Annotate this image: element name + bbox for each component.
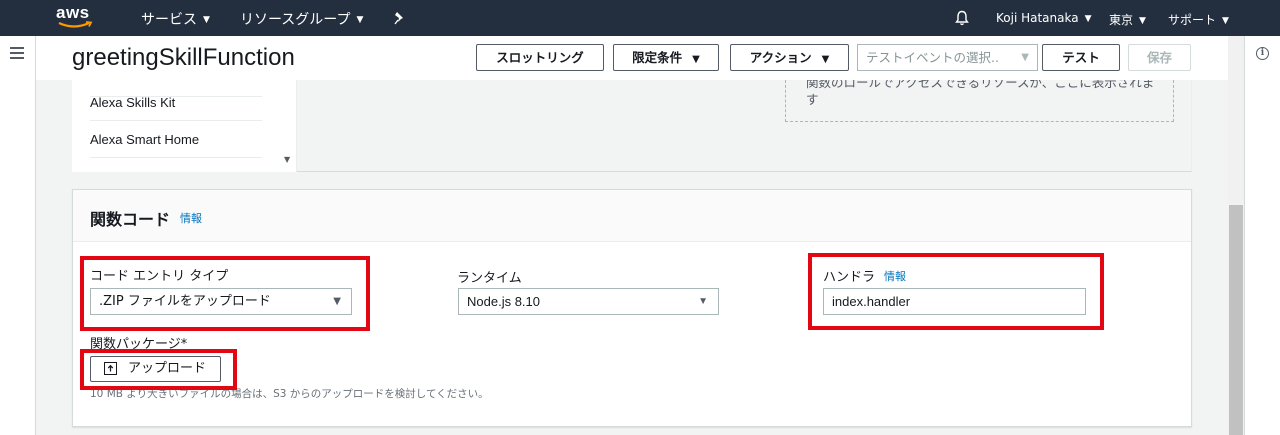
trigger-item-alexa-smart-home[interactable]: Alexa Smart Home: [90, 121, 262, 158]
page-title: greetingSkillFunction: [72, 44, 295, 71]
upload-button[interactable]: アップロード: [90, 356, 221, 382]
caret-down-icon: ▼: [698, 296, 708, 307]
function-package-label: 関数パッケージ*: [90, 337, 188, 352]
test-button[interactable]: テスト: [1042, 44, 1120, 71]
code-entry-type-select[interactable]: .ZIP ファイルをアップロード ▼: [90, 288, 352, 315]
resources-note: 関数のロールでアクセスできるリソースが、ここに表示されます: [806, 80, 1155, 107]
runtime-label: ランタイム: [457, 271, 522, 286]
handler-info-link[interactable]: 情報: [884, 268, 906, 284]
chevron-down-icon: ▼: [356, 15, 364, 25]
code-entry-type-label: コード エントリ タイプ: [90, 269, 229, 284]
actions-button[interactable]: アクション ▼: [730, 44, 849, 71]
qualifiers-button[interactable]: 限定条件 ▼: [613, 44, 719, 71]
chevron-down-icon: ▼: [1139, 15, 1146, 26]
scroll-down-arrow-icon[interactable]: ▼: [284, 155, 290, 164]
aws-logo-text: aws: [56, 3, 90, 22]
chevron-down-icon: ▼: [203, 15, 210, 25]
save-button[interactable]: 保存: [1128, 44, 1191, 71]
upload-label: アップロード: [128, 361, 207, 376]
aws-smile-icon: [58, 21, 93, 28]
handler-input[interactable]: [823, 288, 1086, 315]
caret-down-icon: ▼: [1021, 52, 1029, 63]
chevron-down-icon: ▼: [1222, 15, 1229, 26]
support-label: サポート: [1168, 13, 1217, 27]
user-name: Koji Hatanaka: [996, 11, 1079, 25]
services-menu[interactable]: サービス ▼: [141, 9, 210, 29]
resources-dropzone: 関数のロールでアクセスできるリソースが、ここに表示されます: [785, 80, 1174, 122]
user-menu[interactable]: Koji Hatanaka ▼: [996, 11, 1092, 25]
runtime-select[interactable]: Node.js 8.10 ▼: [458, 288, 719, 315]
handler-label: ハンドラ: [823, 270, 876, 285]
right-rail: i: [1244, 36, 1280, 435]
function-code-title: 関数コード: [90, 210, 171, 229]
resource-groups-menu[interactable]: リソースグループ ▼: [240, 9, 363, 29]
services-label: サービス: [141, 12, 197, 28]
left-rail: [0, 36, 36, 435]
pin-icon[interactable]: [394, 11, 406, 25]
trigger-list[interactable]: Alexa Skills Kit Alexa Smart Home: [72, 80, 297, 172]
function-code-header: [73, 190, 1191, 242]
runtime-value: Node.js 8.10: [467, 294, 540, 309]
caret-down-icon: ▼: [333, 296, 341, 307]
test-event-placeholder: テストイベントの選択..: [866, 50, 999, 65]
info-panel-icon[interactable]: i: [1256, 47, 1269, 60]
caret-down-icon: ▼: [821, 54, 830, 65]
region-menu[interactable]: 東京 ▼: [1109, 11, 1146, 28]
chevron-down-icon: ▼: [1084, 13, 1092, 24]
throttling-button[interactable]: スロットリング: [476, 44, 604, 71]
region-label: 東京: [1109, 13, 1134, 27]
upload-icon: [104, 362, 117, 375]
page-scrollbar-thumb[interactable]: [1229, 205, 1243, 435]
caret-down-icon: ▼: [692, 54, 700, 65]
actions-label: アクション: [749, 50, 812, 65]
qualifiers-label: 限定条件: [632, 50, 683, 65]
trigger-item-alexa-skills-kit[interactable]: Alexa Skills Kit: [90, 84, 262, 121]
resource-groups-label: リソースグループ: [240, 12, 351, 28]
bell-icon[interactable]: [955, 10, 969, 26]
aws-logo[interactable]: aws: [56, 3, 96, 33]
function-code-info-link[interactable]: 情報: [180, 210, 202, 226]
code-entry-type-value: .ZIP ファイルをアップロード: [99, 294, 271, 309]
hamburger-menu-icon[interactable]: [10, 47, 24, 59]
top-navigation-bar: aws サービス ▼ リソースグループ ▼ Koji Hatanaka ▼ 東京 ▼ サ…: [0, 0, 1280, 36]
test-event-select[interactable]: テストイベントの選択.. ▼: [857, 44, 1038, 71]
upload-hint: 10 MB より大きいファイルの場合は、S3 からのアップロードを検討してくださ…: [90, 388, 489, 400]
support-menu[interactable]: サポート ▼: [1168, 11, 1229, 28]
